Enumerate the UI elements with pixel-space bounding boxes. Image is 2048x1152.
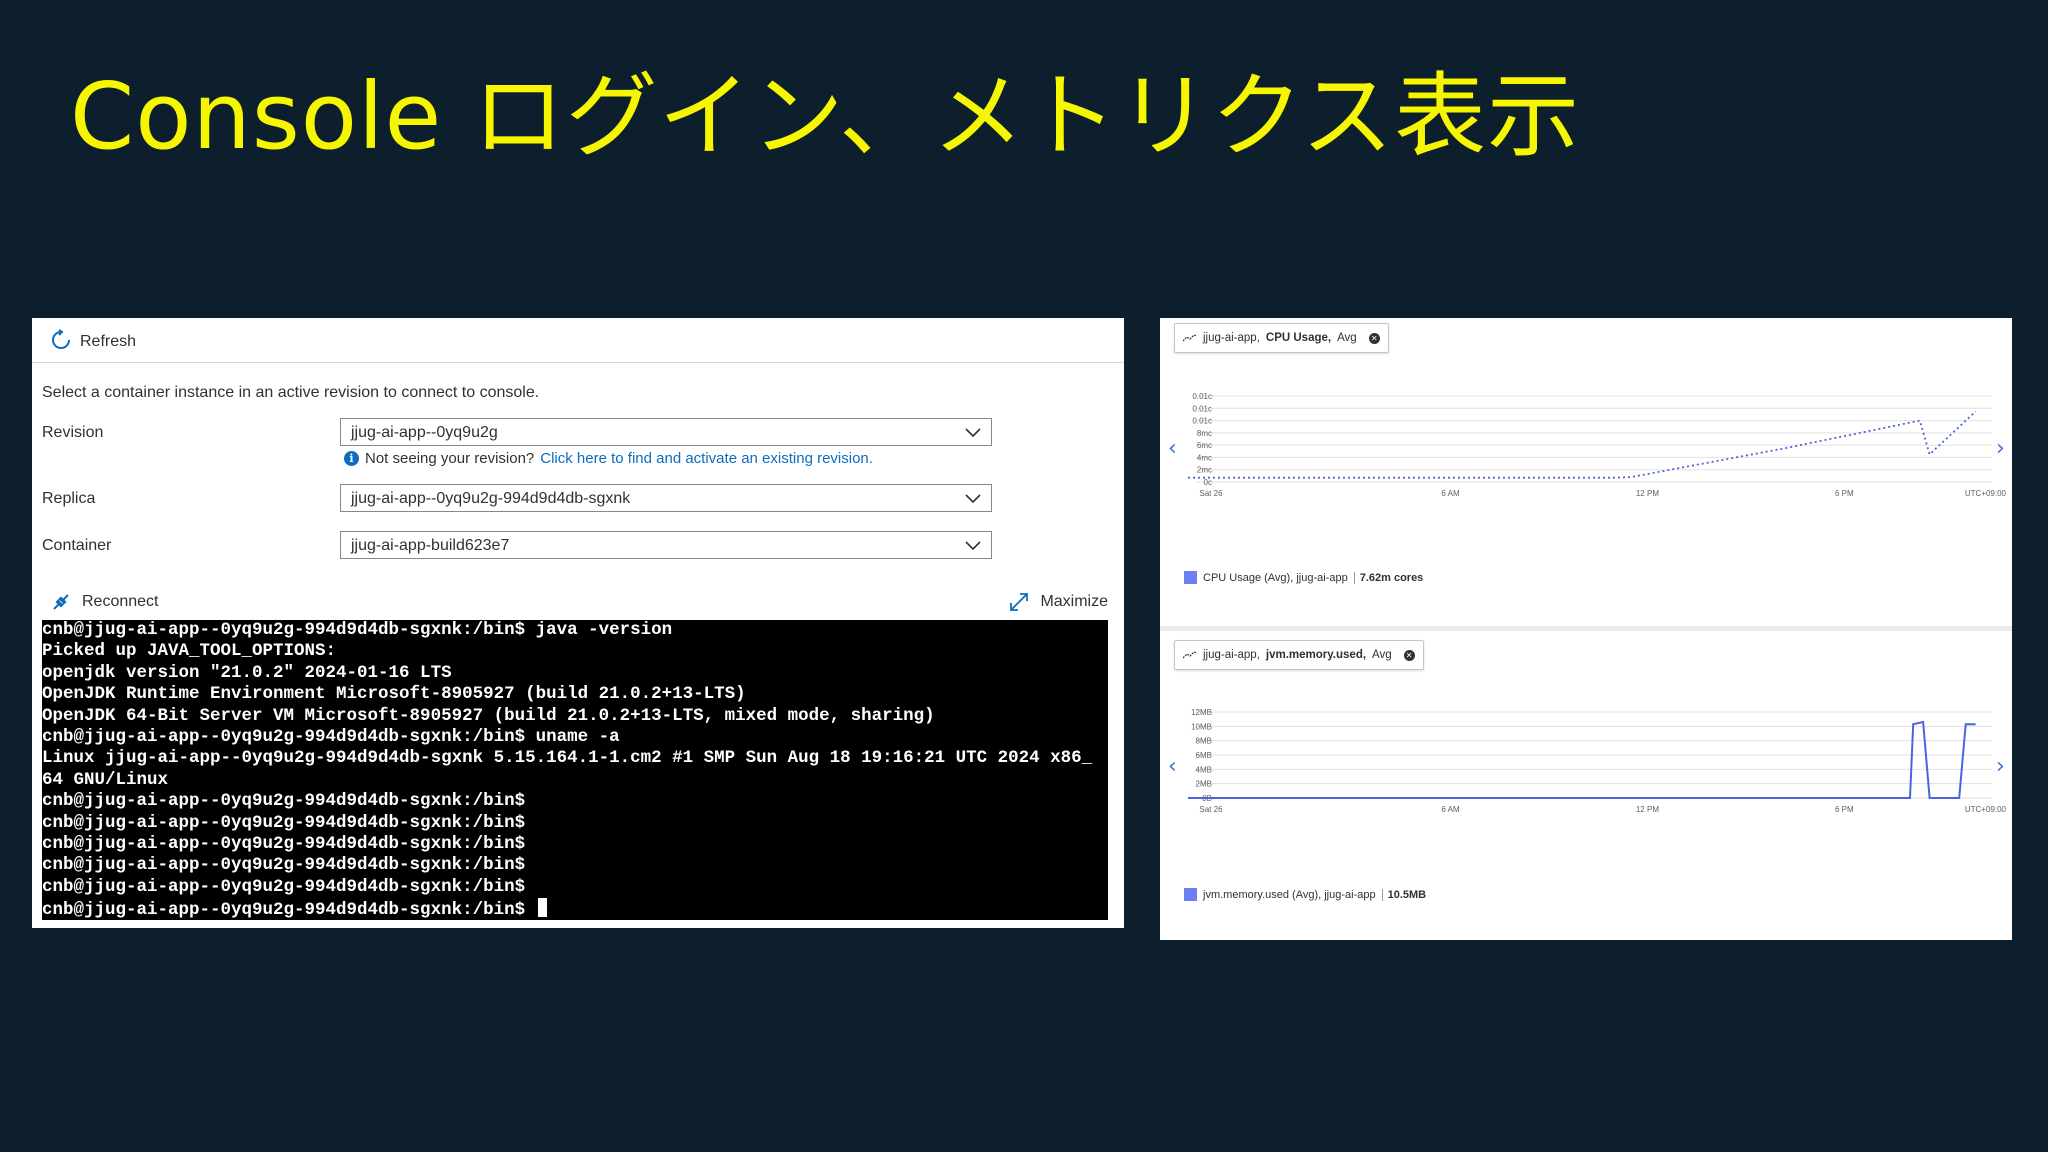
terminal-line: cnb@jjug-ai-app--0yq9u2g-994d9d4db-sgxnk… — [42, 620, 673, 640]
x-tick-label: 6 AM — [1441, 489, 1460, 498]
plug-icon — [53, 594, 69, 610]
revision-dropdown[interactable]: jjug-ai-app--0yq9u2g — [340, 418, 992, 446]
y-tick-label: 0.01c — [1192, 404, 1212, 413]
x-tick-label: 12 PM — [1636, 805, 1659, 814]
refresh-button[interactable]: Refresh — [50, 328, 137, 356]
y-tick-label: 0.01c — [1192, 392, 1212, 401]
terminal-line: cnb@jjug-ai-app--0yq9u2g-994d9d4db-sgxnk… — [42, 855, 526, 876]
cpu-usage-chart: 0.01c 0.01c 0.01c 8mc 6mc 4mc 2mc 0c Sat 26 6 AM 1… — [1188, 392, 2007, 498]
cpu-legend: CPU Usage (Avg), jjug-ai-app 7.62m cores — [1184, 571, 1423, 584]
container-label: Container — [42, 537, 112, 554]
x-tick-label: Sat 26 — [1199, 805, 1223, 814]
cpu-legend-value: 7.62m cores — [1353, 571, 1423, 584]
chevron-down-icon — [965, 494, 981, 504]
revision-help: i Not seeing your revision? Click here t… — [344, 450, 873, 467]
x-tick-label: UTC+09:00 — [1965, 805, 2007, 814]
line-chart-icon — [1183, 334, 1197, 342]
memory-tag-metric: jvm.memory.used, — [1265, 649, 1367, 661]
close-icon[interactable]: ✕ — [1403, 649, 1415, 661]
cpu-tag-metric: CPU Usage, — [1265, 332, 1332, 344]
help-text: Not seeing your revision? — [365, 450, 535, 467]
container-dropdown[interactable]: jjug-ai-app-build623e7 — [340, 531, 992, 559]
y-tick-label: 4mc — [1197, 453, 1212, 462]
legend-swatch — [1184, 888, 1197, 901]
info-icon: i — [344, 451, 359, 466]
y-tick-label: 6MB — [1196, 751, 1212, 760]
y-tick-label: 8MB — [1196, 737, 1212, 746]
slide-title: Console ログイン、メトリクス表示 — [70, 63, 1581, 170]
replica-value: jjug-ai-app--0yq9u2g-994d9d4db-sgxnk — [351, 490, 631, 507]
maximize-button[interactable]: Maximize — [1008, 590, 1108, 614]
terminal-line: cnb@jjug-ai-app--0yq9u2g-994d9d4db-sgxnk… — [42, 898, 547, 920]
y-tick-label: 0c — [1204, 478, 1212, 487]
container-value: jjug-ai-app-build623e7 — [351, 537, 510, 554]
maximize-label: Maximize — [1040, 593, 1108, 610]
terminal-line: cnb@jjug-ai-app--0yq9u2g-994d9d4db-sgxnk… — [42, 812, 526, 833]
replica-dropdown[interactable]: jjug-ai-app--0yq9u2g-994d9d4db-sgxnk — [340, 484, 992, 512]
metrics-divider — [1160, 626, 2012, 631]
terminal-line: Picked up JAVA_TOOL_OPTIONS: — [42, 641, 337, 662]
chevron-down-icon — [965, 428, 981, 438]
terminal-line: cnb@jjug-ai-app--0yq9u2g-994d9d4db-sgxnk… — [42, 791, 526, 812]
series-line — [1188, 410, 1977, 479]
close-icon[interactable]: ✕ — [1368, 332, 1380, 344]
cpu-chart-tag[interactable]: jjug-ai-app, CPU Usage, Avg ✕ — [1174, 323, 1389, 353]
terminal-line: Linux jjug-ai-app--0yq9u2g-994d9d4db-sgx… — [42, 748, 1093, 769]
revision-value: jjug-ai-app--0yq9u2g — [351, 424, 498, 441]
cpu-legend-label: CPU Usage (Avg), jjug-ai-app — [1203, 571, 1348, 584]
replica-label: Replica — [42, 490, 96, 507]
cpu-tag-agg: Avg — [1337, 332, 1357, 344]
console-toolbar: Refresh — [32, 318, 1124, 363]
terminal[interactable]: cnb@jjug-ai-app--0yq9u2g-994d9d4db-sgxnk… — [42, 620, 1108, 920]
terminal-line: 64 GNU/Linux — [42, 769, 169, 790]
revision-label: Revision — [42, 424, 104, 441]
x-tick-label: 12 PM — [1636, 489, 1659, 498]
terminal-line: OpenJDK 64-Bit Server VM Microsoft-89059… — [42, 705, 935, 726]
terminal-line: OpenJDK Runtime Environment Microsoft-89… — [42, 684, 746, 705]
console-instruction: Select a container instance in an active… — [42, 384, 540, 401]
terminal-line: cnb@jjug-ai-app--0yq9u2g-994d9d4db-sgxnk… — [42, 834, 526, 854]
y-tick-label: 2MB — [1196, 780, 1212, 789]
y-tick-label: 12MB — [1191, 708, 1212, 717]
memory-tag-agg: Avg — [1372, 649, 1392, 661]
memory-tag-resource: jjug-ai-app, — [1203, 649, 1260, 661]
y-tick-label: 6mc — [1197, 441, 1212, 450]
y-tick-label: 10MB — [1191, 722, 1212, 731]
terminal-line: cnb@jjug-ai-app--0yq9u2g-994d9d4db-sgxnk… — [42, 876, 526, 897]
y-tick-label: 0.01c — [1192, 417, 1212, 426]
y-tick-label: 4MB — [1196, 765, 1212, 774]
y-tick-label: 8mc — [1197, 429, 1212, 438]
terminal-line: cnb@jjug-ai-app--0yq9u2g-994d9d4db-sgxnk… — [42, 727, 620, 747]
memory-legend-value: 10.5MB — [1381, 888, 1426, 901]
refresh-icon — [50, 328, 72, 356]
x-tick-label: 6 PM — [1835, 489, 1854, 498]
reconnect-button[interactable]: Reconnect — [50, 590, 159, 614]
memory-legend-label: jvm.memory.used (Avg), jjug-ai-app — [1203, 888, 1376, 901]
line-chart-icon — [1183, 651, 1197, 659]
activate-revision-link[interactable]: Click here to find and activate an exist… — [540, 450, 873, 467]
series-line — [1188, 720, 1976, 799]
metrics-panel: jjug-ai-app, CPU Usage, Avg ✕ ‹ › 0.01c 0.0… — [1160, 318, 2012, 940]
refresh-label: Refresh — [80, 333, 137, 350]
x-tick-label: 6 PM — [1835, 805, 1854, 814]
memory-chart-tag[interactable]: jjug-ai-app, jvm.memory.used, Avg ✕ — [1174, 640, 1424, 670]
x-tick-label: Sat 26 — [1199, 489, 1223, 498]
cpu-tag-resource: jjug-ai-app, — [1203, 332, 1260, 344]
memory-usage-chart: 12MB10MB8MB6MB4MB2MB0BSat 26 6 AM 12 PM 6 P… — [1188, 708, 2007, 814]
console-panel: Refresh Select a container instance in a… — [32, 318, 1124, 928]
x-tick-label: 6 AM — [1441, 805, 1460, 814]
y-tick-label: 2mc — [1197, 466, 1212, 475]
maximize-icon — [1010, 593, 1029, 611]
legend-swatch — [1184, 571, 1197, 584]
memory-legend: jvm.memory.used (Avg), jjug-ai-app 10.5M… — [1184, 888, 1426, 901]
reconnect-label: Reconnect — [82, 593, 159, 610]
terminal-line: openjdk version "21.0.2" 2024-01-16 LTS — [42, 662, 452, 683]
terminal-cursor — [537, 898, 547, 918]
chevron-down-icon — [965, 541, 981, 551]
x-tick-label: UTC+09:00 — [1965, 489, 2007, 498]
